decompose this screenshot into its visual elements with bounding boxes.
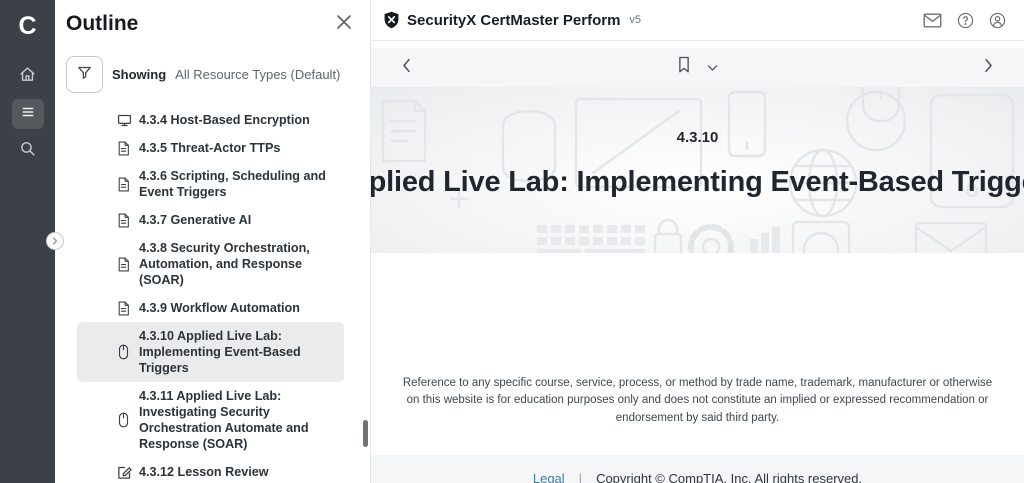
outline-item-4-3-5[interactable]: 4.3.5 Threat-Actor TTPs [77,134,344,162]
previous-lesson-button[interactable] [401,58,412,78]
outline-item-label: 4.3.11 Applied Live Lab: Investigating S… [139,388,336,452]
securityx-shield-icon [383,11,400,29]
document-icon [117,140,132,156]
outline-panel-title: Outline [66,12,138,36]
home-icon [19,66,36,88]
outline-item-label: 4.3.12 Lesson Review [139,464,269,480]
chevron-right-icon [983,58,994,78]
outline-item-label: 4.3.6 Scripting, Scheduling and Event Tr… [139,168,336,200]
comptia-logo: C [18,9,36,43]
account-button[interactable] [989,12,1006,29]
outline-item-4-3-8[interactable]: 4.3.8 Security Orchestration, Automation… [77,234,344,294]
outline-item-label: 4.3.10 Applied Live Lab: Implementing Ev… [139,328,336,376]
product-version: v5 [629,14,641,26]
lesson-body: Reference to any specific course, servic… [371,253,1024,455]
panel-collapse-toggle[interactable] [46,232,64,250]
messages-button[interactable] [923,13,942,28]
filter-showing-label: Showing [112,67,166,82]
bookmark-button[interactable] [677,56,691,79]
resource-filter-row: Showing All Resource Types (Default) [66,56,370,93]
close-icon [336,14,352,35]
main-area: SecurityX CertMaster Perform v5 [371,0,1024,483]
brand: SecurityX CertMaster Perform v5 [383,11,641,29]
search-icon [19,140,36,162]
outline-list: 4.3.4 Host-Based Encryption 4.3.5 Threat… [55,106,370,483]
legal-link[interactable]: Legal [533,471,565,483]
bookmark-menu-button[interactable] [707,59,718,77]
outline-item-4-3-11[interactable]: 4.3.11 Applied Live Lab: Investigating S… [77,382,344,458]
filter-funnel-icon [76,64,93,86]
lesson-number: 4.3.10 [677,129,719,146]
outline-item-4-3-10-current[interactable]: 4.3.10 Applied Live Lab: Implementing Ev… [77,322,344,382]
monitor-icon [117,112,132,128]
document-icon [117,176,132,192]
lesson-navigation-bar [371,48,1024,87]
mouse-icon [117,344,132,360]
outline-menu-button[interactable] [12,99,44,129]
document-icon [117,256,132,272]
bookmark-icon [677,56,691,79]
header-actions [923,12,1006,29]
menu-icon [20,105,36,124]
chevron-left-icon [401,58,412,78]
next-lesson-button[interactable] [983,58,994,78]
outline-item-label: 4.3.5 Threat-Actor TTPs [139,140,280,156]
filter-current-value: All Resource Types (Default) [175,67,340,82]
document-icon [117,300,132,316]
third-party-disclaimer: Reference to any specific course, servic… [398,375,998,428]
mouse-icon [117,412,132,428]
document-icon [117,212,132,228]
product-title: SecurityX CertMaster Perform [407,12,620,29]
copyright-text: Copyright © CompTIA, Inc. All rights res… [596,471,862,483]
chevron-right-icon [51,232,59,250]
close-outline-button[interactable] [336,14,352,35]
outline-panel: Outline Showing All Resource Types (Defa… [55,0,371,483]
outline-item-label: 4.3.4 Host-Based Encryption [139,112,310,128]
chevron-down-icon [707,59,718,77]
help-button[interactable] [957,12,974,29]
footer-divider: | [579,471,582,483]
filter-button[interactable] [66,56,103,93]
outline-item-4-3-4[interactable]: 4.3.4 Host-Based Encryption [77,106,344,134]
outline-item-4-3-9[interactable]: 4.3.9 Workflow Automation [77,294,344,322]
edit-icon [117,464,132,480]
outline-scrollbar-thumb[interactable] [363,420,368,447]
rail-nav [12,62,44,166]
lesson-title: Applied Live Lab: Implementing Event-Bas… [371,166,1024,199]
outline-item-label: 4.3.9 Workflow Automation [139,300,300,316]
outline-item-4-3-7[interactable]: 4.3.7 Generative AI [77,206,344,234]
outline-item-4-3-6[interactable]: 4.3.6 Scripting, Scheduling and Event Tr… [77,162,344,206]
search-button[interactable] [12,136,44,166]
lesson-banner: 4.3.10 Applied Live Lab: Implementing Ev… [371,87,1024,253]
outline-item-label: 4.3.8 Security Orchestration, Automation… [139,240,336,288]
outline-item-label: 4.3.7 Generative AI [139,212,251,228]
home-button[interactable] [12,62,44,92]
outline-item-4-3-12[interactable]: 4.3.12 Lesson Review [77,458,344,483]
bookmark-controls [412,56,983,79]
app-header: SecurityX CertMaster Perform v5 [371,0,1024,41]
app-window: C Outline [0,0,1024,483]
page-footer: Legal | Copyright © CompTIA, Inc. All ri… [371,455,1024,483]
